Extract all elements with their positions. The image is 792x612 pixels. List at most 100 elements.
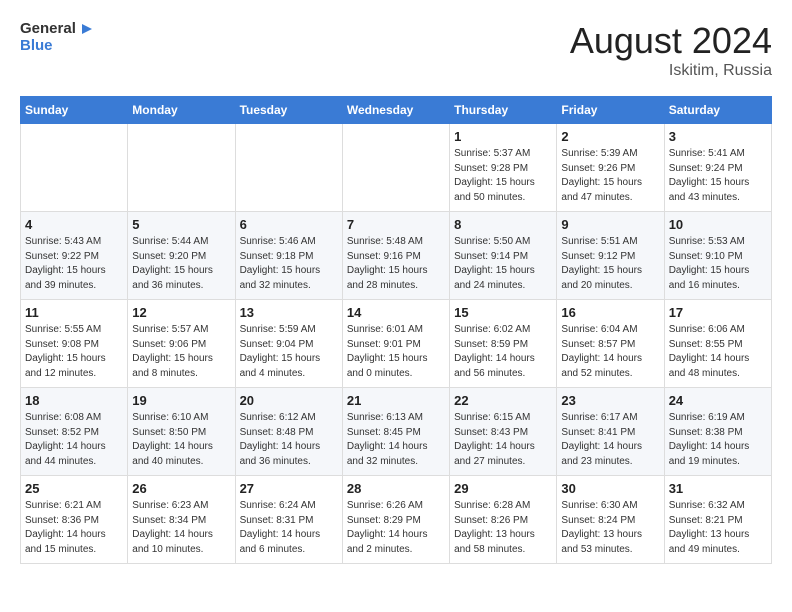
day-info: Sunrise: 5:44 AM Sunset: 9:20 PM Dayligh…: [132, 235, 230, 293]
page-header: General Blue August 2024 Iskitim, Russia: [20, 20, 772, 80]
day-number: 20: [240, 393, 338, 408]
calendar-cell: 3Sunrise: 5:41 AM Sunset: 9:24 PM Daylig…: [664, 124, 771, 212]
day-info: Sunrise: 5:57 AM Sunset: 9:06 PM Dayligh…: [132, 323, 230, 381]
calendar-header-row: SundayMondayTuesdayWednesdayThursdayFrid…: [21, 97, 772, 124]
day-info: Sunrise: 5:48 AM Sunset: 9:16 PM Dayligh…: [347, 235, 445, 293]
day-number: 5: [132, 217, 230, 232]
day-number: 9: [561, 217, 659, 232]
day-info: Sunrise: 6:12 AM Sunset: 8:48 PM Dayligh…: [240, 411, 338, 469]
day-info: Sunrise: 6:15 AM Sunset: 8:43 PM Dayligh…: [454, 411, 552, 469]
weekday-header-thursday: Thursday: [450, 97, 557, 124]
calendar-cell: 10 Sunrise: 5:53 AM Sunset: 9:10 PM Dayli…: [664, 212, 771, 300]
calendar-table: SundayMondayTuesdayWednesdayThursdayFrid…: [20, 96, 772, 564]
day-number: 30: [561, 481, 659, 496]
calendar-week-row: 1 Sunrise: 5:37 AM Sunset: 9:28 PM Daylig…: [21, 124, 772, 212]
calendar-cell: 29 Sunrise: 6:28 AM Sunset: 8:26 PM Dayli…: [450, 476, 557, 564]
day-info: Sunrise: 5:46 AM Sunset: 9:18 PM Dayligh…: [240, 235, 338, 293]
calendar-cell: [128, 124, 235, 212]
calendar-cell: 19 Sunrise: 6:10 AM Sunset: 8:50 PM Dayli…: [128, 388, 235, 476]
day-info: Sunrise: 6:17 AM Sunset: 8:41 PM Dayligh…: [561, 411, 659, 469]
calendar-cell: 23 Sunrise: 6:17 AM Sunset: 8:41 PM Dayli…: [557, 388, 664, 476]
calendar-cell: [21, 124, 128, 212]
weekday-header-sunday: Sunday: [21, 97, 128, 124]
day-info: Sunrise: 5:51 AM Sunset: 9:12 PM Dayligh…: [561, 235, 659, 293]
calendar-week-row: 18Sunrise: 6:08 AM Sunset: 8:52 PM Dayli…: [21, 388, 772, 476]
day-number: 13: [240, 305, 338, 320]
calendar-cell: 11 Sunrise: 5:55 AM Sunset: 9:08 PM Dayli…: [21, 300, 128, 388]
calendar-week-row: 4 Sunrise: 5:43 AM Sunset: 9:22 PM Daylig…: [21, 212, 772, 300]
day-number: 8: [454, 217, 552, 232]
day-number: 29: [454, 481, 552, 496]
calendar-cell: 7Sunrise: 5:48 AM Sunset: 9:16 PM Daylig…: [342, 212, 449, 300]
day-number: 2: [561, 129, 659, 144]
calendar-week-row: 25 Sunrise: 6:21 AM Sunset: 8:36 PM Dayli…: [21, 476, 772, 564]
day-number: 10: [669, 217, 767, 232]
day-number: 24: [669, 393, 767, 408]
weekday-header-saturday: Saturday: [664, 97, 771, 124]
calendar-cell: 20 Sunrise: 6:12 AM Sunset: 8:48 PM Dayli…: [235, 388, 342, 476]
weekday-header-monday: Monday: [128, 97, 235, 124]
calendar-cell: 25 Sunrise: 6:21 AM Sunset: 8:36 PM Dayli…: [21, 476, 128, 564]
calendar-cell: 18Sunrise: 6:08 AM Sunset: 8:52 PM Dayli…: [21, 388, 128, 476]
day-number: 28: [347, 481, 445, 496]
day-number: 31: [669, 481, 767, 496]
day-number: 25: [25, 481, 123, 496]
day-number: 17: [669, 305, 767, 320]
logo-arrow-icon: [78, 20, 96, 38]
day-number: 14: [347, 305, 445, 320]
day-info: Sunrise: 5:39 AM Sunset: 9:26 PM Dayligh…: [561, 147, 659, 205]
day-number: 11: [25, 305, 123, 320]
calendar-cell: 15Sunrise: 6:02 AM Sunset: 8:59 PM Dayli…: [450, 300, 557, 388]
day-info: Sunrise: 6:23 AM Sunset: 8:34 PM Dayligh…: [132, 499, 230, 557]
calendar-cell: 26 Sunrise: 6:23 AM Sunset: 8:34 PM Dayli…: [128, 476, 235, 564]
day-info: Sunrise: 6:28 AM Sunset: 8:26 PM Dayligh…: [454, 499, 552, 557]
calendar-cell: 6 Sunrise: 5:46 AM Sunset: 9:18 PM Daylig…: [235, 212, 342, 300]
day-info: Sunrise: 5:55 AM Sunset: 9:08 PM Dayligh…: [25, 323, 123, 381]
day-info: Sunrise: 6:08 AM Sunset: 8:52 PM Dayligh…: [25, 411, 123, 469]
title-block: August 2024 Iskitim, Russia: [570, 20, 772, 80]
day-info: Sunrise: 5:41 AM Sunset: 9:24 PM Dayligh…: [669, 147, 767, 205]
calendar-cell: 5 Sunrise: 5:44 AM Sunset: 9:20 PM Daylig…: [128, 212, 235, 300]
location-subtitle: Iskitim, Russia: [570, 62, 772, 80]
calendar-cell: 21Sunrise: 6:13 AM Sunset: 8:45 PM Dayli…: [342, 388, 449, 476]
day-number: 27: [240, 481, 338, 496]
weekday-header-wednesday: Wednesday: [342, 97, 449, 124]
day-number: 16: [561, 305, 659, 320]
calendar-week-row: 11 Sunrise: 5:55 AM Sunset: 9:08 PM Dayli…: [21, 300, 772, 388]
day-info: Sunrise: 5:43 AM Sunset: 9:22 PM Dayligh…: [25, 235, 123, 293]
calendar-cell: 13 Sunrise: 5:59 AM Sunset: 9:04 PM Dayli…: [235, 300, 342, 388]
day-number: 12: [132, 305, 230, 320]
day-number: 4: [25, 217, 123, 232]
day-info: Sunrise: 5:50 AM Sunset: 9:14 PM Dayligh…: [454, 235, 552, 293]
weekday-header-friday: Friday: [557, 97, 664, 124]
calendar-cell: [235, 124, 342, 212]
logo-general: General: [20, 21, 76, 38]
calendar-cell: 14 Sunrise: 6:01 AM Sunset: 9:01 PM Dayli…: [342, 300, 449, 388]
day-info: Sunrise: 6:10 AM Sunset: 8:50 PM Dayligh…: [132, 411, 230, 469]
calendar-cell: 27 Sunrise: 6:24 AM Sunset: 8:31 PM Dayli…: [235, 476, 342, 564]
day-info: Sunrise: 5:59 AM Sunset: 9:04 PM Dayligh…: [240, 323, 338, 381]
day-info: Sunrise: 6:19 AM Sunset: 8:38 PM Dayligh…: [669, 411, 767, 469]
day-info: Sunrise: 6:01 AM Sunset: 9:01 PM Dayligh…: [347, 323, 445, 381]
day-info: Sunrise: 6:30 AM Sunset: 8:24 PM Dayligh…: [561, 499, 659, 557]
calendar-cell: 17 Sunrise: 6:06 AM Sunset: 8:55 PM Dayli…: [664, 300, 771, 388]
day-info: Sunrise: 6:26 AM Sunset: 8:29 PM Dayligh…: [347, 499, 445, 557]
day-number: 23: [561, 393, 659, 408]
day-info: Sunrise: 5:37 AM Sunset: 9:28 PM Dayligh…: [454, 147, 552, 205]
day-number: 6: [240, 217, 338, 232]
day-number: 15: [454, 305, 552, 320]
day-number: 19: [132, 393, 230, 408]
day-info: Sunrise: 6:06 AM Sunset: 8:55 PM Dayligh…: [669, 323, 767, 381]
day-number: 22: [454, 393, 552, 408]
calendar-cell: 28 Sunrise: 6:26 AM Sunset: 8:29 PM Dayli…: [342, 476, 449, 564]
logo-blue: Blue: [20, 38, 96, 55]
calendar-cell: 1 Sunrise: 5:37 AM Sunset: 9:28 PM Daylig…: [450, 124, 557, 212]
day-info: Sunrise: 5:53 AM Sunset: 9:10 PM Dayligh…: [669, 235, 767, 293]
day-number: 26: [132, 481, 230, 496]
calendar-cell: 2 Sunrise: 5:39 AM Sunset: 9:26 PM Daylig…: [557, 124, 664, 212]
day-info: Sunrise: 6:04 AM Sunset: 8:57 PM Dayligh…: [561, 323, 659, 381]
day-info: Sunrise: 6:24 AM Sunset: 8:31 PM Dayligh…: [240, 499, 338, 557]
calendar-cell: 30 Sunrise: 6:30 AM Sunset: 8:24 PM Dayli…: [557, 476, 664, 564]
day-number: 1: [454, 129, 552, 144]
day-info: Sunrise: 6:21 AM Sunset: 8:36 PM Dayligh…: [25, 499, 123, 557]
